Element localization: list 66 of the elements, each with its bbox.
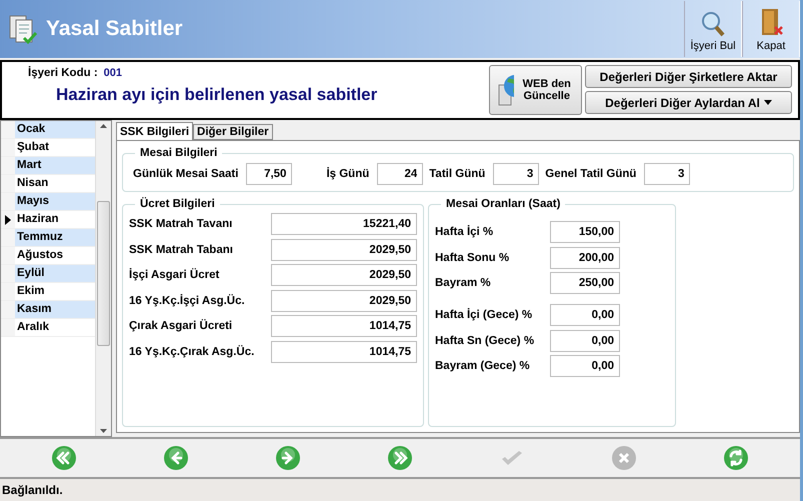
number-field[interactable]: 0,00	[550, 330, 620, 352]
field-label: Hafta İçi %	[435, 226, 494, 238]
search-icon	[700, 11, 726, 37]
number-field[interactable]: 0,00	[550, 355, 620, 377]
globe-icon	[496, 73, 514, 107]
find-button[interactable]: İşyeri Bul	[684, 1, 742, 57]
tab[interactable]: Diğer Bilgiler	[193, 124, 273, 140]
number-field[interactable]: 3	[493, 163, 540, 185]
number-field[interactable]: 2029,50	[271, 238, 417, 260]
group-title: Mesai Bilgileri	[139, 147, 218, 159]
month-item[interactable]: Ağustos	[1, 247, 95, 265]
company-code-label: İşyeri Kodu :	[28, 67, 98, 79]
number-field[interactable]: 2029,50	[271, 264, 417, 286]
number-field[interactable]: 200,00	[550, 246, 620, 268]
field-label: Hafta Sn (Gece) %	[435, 334, 536, 346]
copy-from-button[interactable]: Değerleri Diğer Aylardan Al	[585, 91, 792, 114]
number-field[interactable]: 1014,75	[271, 315, 417, 337]
month-item[interactable]: Kasım	[1, 301, 95, 319]
month-item[interactable]: Ocak	[1, 121, 95, 139]
number-field[interactable]: 15221,40	[271, 213, 417, 235]
tab[interactable]: SSK Bilgileri	[116, 122, 194, 140]
web-update-button[interactable]: WEB den Güncelle	[489, 65, 582, 115]
field-label: Bayram %	[435, 277, 492, 289]
window-title: Yasal Sabitler	[46, 17, 184, 41]
caret-icon	[764, 100, 772, 105]
field-label: Çırak Asgari Ücreti	[129, 320, 234, 332]
field-label: 16 Yş.Kç.Çırak Asg.Üc.	[129, 346, 256, 358]
field-label: Hafta Sonu %	[435, 252, 510, 264]
scroll-down-icon[interactable]	[100, 429, 107, 433]
month-item[interactable]: Aralık	[1, 319, 95, 337]
number-field[interactable]: 250,00	[550, 272, 620, 294]
number-field[interactable]: 7,50	[246, 163, 292, 185]
field-label: Bayram (Gece) %	[435, 360, 531, 372]
month-item[interactable]: Şubat	[1, 139, 95, 157]
close-button[interactable]: Kapat	[742, 1, 800, 57]
field-label: 16 Yş.Kç.İşçi Asg.Üc.	[129, 294, 246, 306]
field-label: İşçi Asgari Ücret	[129, 269, 220, 281]
group-title: Ücret Bilgileri	[139, 198, 216, 210]
field-label: SSK Matrah Tavanı	[129, 218, 234, 230]
month-item[interactable]: Mart	[1, 157, 95, 175]
field-label: Hafta İçi (Gece) %	[435, 309, 534, 321]
number-field[interactable]: 24	[377, 163, 424, 185]
month-item[interactable]: Ekim	[1, 283, 95, 301]
month-item[interactable]: Eylül	[1, 265, 95, 283]
field-label: Genel Tatil Günü	[545, 168, 636, 180]
row-pointer-icon	[5, 215, 11, 225]
month-item[interactable]: Haziran	[1, 211, 95, 229]
field-label: Günlük Mesai Saati	[133, 168, 238, 180]
scroll-up-icon[interactable]	[100, 124, 107, 128]
number-field[interactable]: 3	[644, 163, 690, 185]
field-label: İş Günü	[326, 168, 370, 180]
number-field[interactable]: 2029,50	[271, 290, 417, 312]
number-field[interactable]: 1014,75	[271, 340, 417, 362]
transfer-button[interactable]: Değerleri Diğer Şirketlere Aktar	[585, 65, 792, 88]
month-item[interactable]: Nisan	[1, 175, 95, 193]
page-heading: Haziran ayı için belirlenen yasal sabitler	[56, 85, 378, 105]
field-label: SSK Matrah Tabanı	[129, 244, 234, 256]
group-title: Mesai Oranları (Saat)	[445, 198, 562, 210]
number-field[interactable]: 0,00	[550, 304, 620, 326]
number-field[interactable]: 150,00	[550, 221, 620, 243]
month-item[interactable]: Temmuz	[1, 229, 95, 247]
company-code-value: 001	[104, 67, 122, 79]
field-label: Tatil Günü	[429, 168, 486, 180]
month-item[interactable]: Mayıs	[1, 193, 95, 211]
scrollbar-thumb[interactable]	[97, 201, 110, 346]
status-text: Bağlanıldı.	[2, 483, 63, 497]
